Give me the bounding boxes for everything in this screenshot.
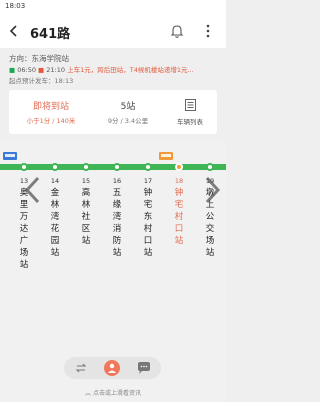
stop-marker — [206, 163, 214, 171]
chevron-up-icon: ︽ — [85, 390, 92, 397]
route-title: 641路 — [30, 27, 71, 42]
bell-icon[interactable] — [170, 23, 184, 39]
back-arrow-icon[interactable] — [6, 23, 22, 39]
last-bus-time: 21:10 — [46, 66, 66, 74]
stations-detail: 9分 / 3.4公里 — [107, 117, 149, 125]
stop-name[interactable]: 五缘湾消防站 — [111, 187, 123, 259]
arriving-detail: 小于1分 / 140米 — [26, 117, 76, 125]
more-options-icon[interactable] — [205, 23, 211, 39]
departure-estimate: 起点预计发车：18:13 — [9, 77, 74, 85]
top-bar: 641路 — [0, 14, 226, 48]
stations-label: 5站 — [120, 102, 136, 112]
news-hint[interactable]: ︽ 点击或上滑看资讯 — [0, 388, 226, 397]
direction-text: 方向：东海学院站 — [9, 54, 69, 63]
last-bus-icon: ■ — [38, 66, 45, 74]
stop-name[interactable]: 钟宅村口站 — [173, 187, 185, 247]
bus-icon[interactable] — [159, 152, 173, 160]
stop-number: 15 — [81, 177, 91, 185]
arriving-block[interactable]: 即将到站 小于1分 / 140米 — [9, 90, 93, 134]
stop-name[interactable]: 钟宅东村口站 — [142, 187, 154, 259]
arrival-summary-card: 即将到站 小于1分 / 140米 5站 9分 / 3.4公里 车辆列表 — [9, 90, 217, 134]
first-bus-icon: ■ — [9, 66, 16, 74]
location-icon[interactable] — [104, 360, 120, 376]
current-stop-marker — [175, 163, 183, 171]
switch-direction-icon[interactable] — [73, 360, 89, 376]
scroll-right-icon[interactable] — [203, 176, 221, 204]
stop-marker — [82, 163, 90, 171]
bus-list-label: 车辆列表 — [177, 118, 203, 126]
first-bus-time: 06:50 — [17, 66, 36, 74]
bus-list-button[interactable]: 车辆列表 — [163, 90, 217, 134]
stop-name[interactable]: 金林湾花园站 — [49, 187, 61, 259]
arriving-label: 即将到站 — [32, 102, 69, 112]
stop-number: 14 — [50, 177, 60, 185]
comment-icon[interactable] — [136, 360, 152, 376]
stop-marker — [144, 163, 152, 171]
scroll-left-icon[interactable] — [24, 176, 42, 204]
status-time: 18:03 — [5, 2, 26, 10]
fare-notice[interactable]: 上车1元，跨后田站，T4候机楼站递增1元... — [67, 66, 194, 74]
status-bar: 18:03 — [0, 0, 226, 14]
schedule-row: ■ 06:50 ■ 21:10 上车1元，跨后田站，T4候机楼站递增1元... — [9, 64, 221, 74]
stop-name[interactable]: 高林社区站 — [80, 187, 92, 247]
stop-number: 16 — [112, 177, 122, 185]
news-hint-text: 点击或上滑看资讯 — [92, 390, 141, 397]
stop-number: 17 — [143, 177, 153, 185]
stop-marker — [51, 163, 59, 171]
list-icon — [185, 99, 196, 111]
stop-number: 18 — [174, 177, 184, 185]
stop-marker — [20, 163, 28, 171]
action-bar — [64, 357, 161, 379]
bus-icon[interactable] — [3, 152, 17, 160]
stop-marker — [113, 163, 121, 171]
stations-block[interactable]: 5站 9分 / 3.4公里 — [93, 90, 163, 134]
route-info: 方向：东海学院站 ■ 06:50 ■ 21:10 上车1元，跨后田站，T4候机楼… — [0, 48, 226, 85]
